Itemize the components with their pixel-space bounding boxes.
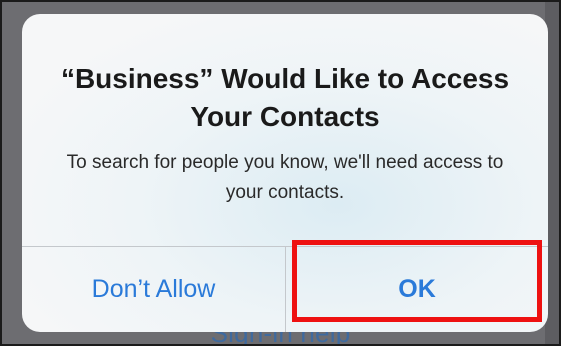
alert-message: To search for people you know, we'll nee…	[66, 152, 504, 203]
ok-button[interactable]: OK	[286, 247, 548, 332]
screen: Sign-in help “Business” Would Like to Ac…	[0, 0, 561, 346]
alert-title: “Business” Would Like to Access Your Con…	[60, 63, 510, 132]
permission-alert: “Business” Would Like to Access Your Con…	[22, 14, 548, 332]
dont-allow-button[interactable]: Don’t Allow	[22, 247, 285, 332]
